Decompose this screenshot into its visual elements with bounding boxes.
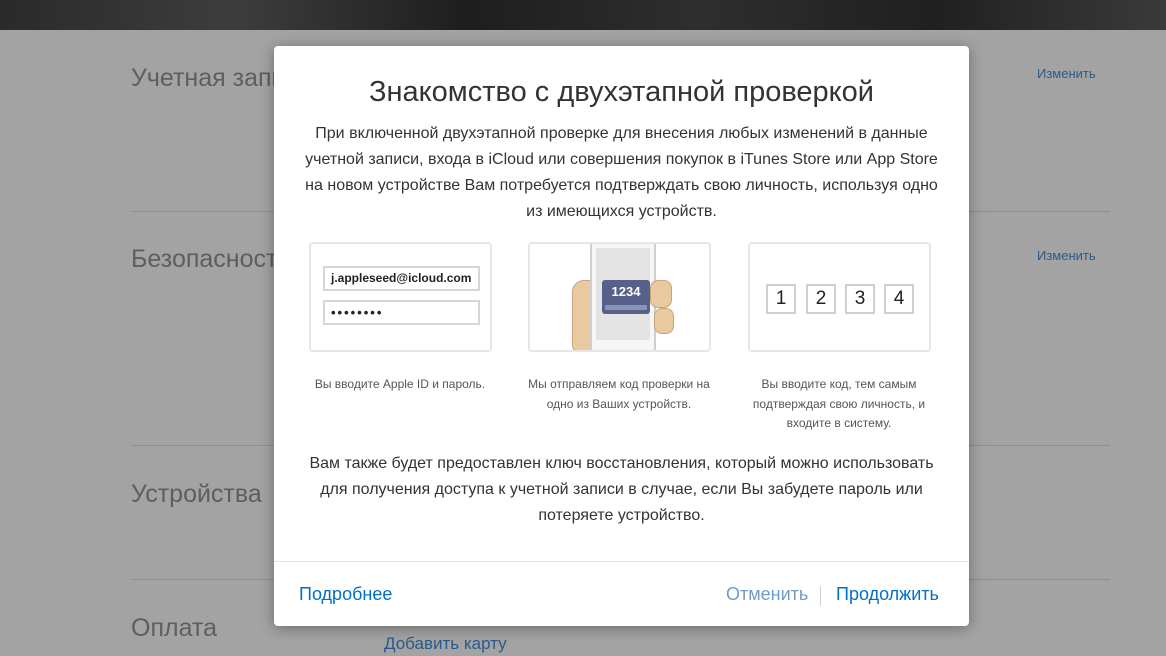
footer-separator xyxy=(820,586,821,606)
edit-account-link[interactable]: Изменить xyxy=(1037,66,1096,81)
step-1-caption: Вы вводите Apple ID и пароль. xyxy=(314,377,486,391)
apple-id-text: j.appleseed@icloud.com xyxy=(331,271,472,285)
dialog-title: Знакомство с двухэтапной проверкой xyxy=(368,76,875,108)
section-title-devices: Устройства xyxy=(131,480,262,508)
password-dots: •••••••• xyxy=(331,305,384,320)
hand-finger-shape xyxy=(650,280,672,308)
dialog-footer: Подробнее Отменить Продолжить xyxy=(274,562,969,626)
step-2-illustration: 1234 xyxy=(528,242,711,352)
verification-code: 1234 xyxy=(611,284,641,299)
add-card-link[interactable]: Добавить карту xyxy=(384,634,507,654)
apple-id-field-illustration: j.appleseed@icloud.com xyxy=(323,266,480,291)
two-step-verification-dialog: Знакомство с двухэтапной проверкой При в… xyxy=(274,46,969,626)
code-digit-box: 4 xyxy=(884,284,914,314)
phone-icon: 1234 xyxy=(590,244,656,350)
learn-more-link[interactable]: Подробнее xyxy=(299,584,392,605)
section-title-security: Безопасност xyxy=(131,245,278,273)
edit-security-link[interactable]: Изменить xyxy=(1037,248,1096,263)
section-title-payment: Оплата xyxy=(131,614,217,642)
step-1-illustration: j.appleseed@icloud.com •••••••• xyxy=(309,242,492,352)
section-title-account: Учетная запи xyxy=(131,64,286,92)
dialog-intro-text: При включенной двухэтапной проверке для … xyxy=(305,125,938,220)
verification-code-badge: 1234 xyxy=(602,280,650,314)
step-2-caption: Мы отправляем код проверки на одно из Ва… xyxy=(528,377,710,411)
code-digit-box: 2 xyxy=(806,284,836,314)
phone-screen: 1234 xyxy=(596,248,650,340)
step-3-illustration: 1 2 3 4 xyxy=(748,242,931,352)
cancel-button[interactable]: Отменить xyxy=(726,584,808,605)
recovery-key-text: Вам также будет предоставлен ключ восста… xyxy=(309,455,934,524)
continue-button[interactable]: Продолжить xyxy=(836,584,939,605)
code-digit-box: 3 xyxy=(845,284,875,314)
code-digit-box: 1 xyxy=(766,284,796,314)
password-field-illustration: •••••••• xyxy=(323,300,480,325)
step-3-caption: Вы вводите код, тем самым подтверждая св… xyxy=(752,377,926,430)
hand-finger-shape xyxy=(654,308,674,334)
top-photo-strip xyxy=(0,0,1166,30)
